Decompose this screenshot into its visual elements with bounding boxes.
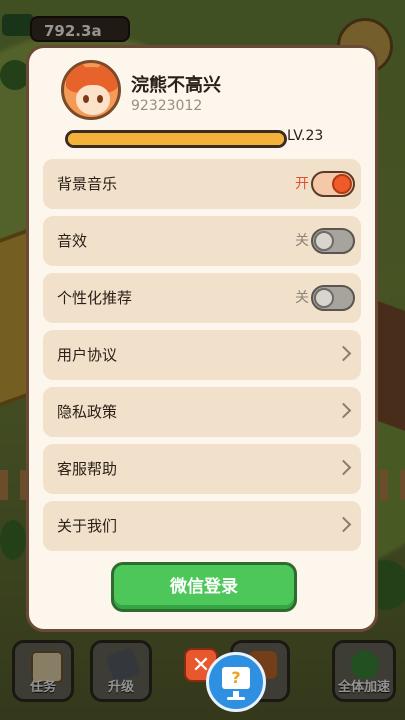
bgm-toggle[interactable] bbox=[311, 171, 355, 197]
chevron-right-icon bbox=[335, 402, 352, 419]
user-name: 浣熊不高兴 bbox=[131, 75, 221, 96]
question-mark-icon: ? bbox=[222, 667, 250, 689]
setting-label: 客服帮助 bbox=[57, 460, 118, 478]
wechat-login-button[interactable]: 微信登录 bbox=[111, 562, 297, 612]
chevron-right-icon bbox=[335, 459, 352, 476]
level-progress-bar bbox=[65, 130, 287, 148]
setting-row-personalized: 个性化推荐 关 bbox=[43, 273, 361, 323]
avatar-eye bbox=[97, 95, 103, 103]
toggle-knob bbox=[314, 231, 334, 251]
user-id: 92323012 bbox=[131, 98, 203, 114]
setting-label: 背景音乐 bbox=[57, 175, 118, 193]
setting-row-bgm: 背景音乐 开 bbox=[43, 159, 361, 209]
setting-label: 个性化推荐 bbox=[57, 289, 133, 307]
toggle-knob bbox=[332, 174, 352, 194]
setting-label: 隐私政策 bbox=[57, 403, 118, 421]
monitor-base bbox=[227, 697, 245, 700]
setting-label: 音效 bbox=[57, 232, 88, 250]
settings-panel: 浣熊不高兴 92323012 LV.23 背景音乐 开 音效 关 个性化推荐 关… bbox=[26, 45, 378, 632]
chevron-right-icon bbox=[335, 345, 352, 362]
level-label: LV.23 bbox=[287, 128, 324, 144]
toggle-knob bbox=[314, 288, 334, 308]
avatar-eye bbox=[83, 95, 89, 103]
setting-row-user-agreement[interactable]: 用户协议 bbox=[43, 330, 361, 380]
avatar-face bbox=[76, 85, 110, 115]
personalized-toggle[interactable] bbox=[311, 285, 355, 311]
setting-state: 关 bbox=[295, 233, 309, 249]
chevron-right-icon bbox=[335, 516, 352, 533]
level-progress-fill bbox=[68, 133, 284, 145]
sfx-toggle[interactable] bbox=[311, 228, 355, 254]
setting-row-about-us[interactable]: 关于我们 bbox=[43, 501, 361, 551]
setting-state: 开 bbox=[295, 176, 309, 192]
help-button[interactable]: ? bbox=[206, 652, 266, 712]
setting-row-customer-help[interactable]: 客服帮助 bbox=[43, 444, 361, 494]
setting-row-privacy-policy[interactable]: 隐私政策 bbox=[43, 387, 361, 437]
setting-row-sfx: 音效 关 bbox=[43, 216, 361, 266]
setting-label: 关于我们 bbox=[57, 517, 118, 535]
setting-label: 用户协议 bbox=[57, 346, 118, 364]
setting-state: 关 bbox=[295, 290, 309, 306]
profile-avatar bbox=[61, 60, 121, 120]
